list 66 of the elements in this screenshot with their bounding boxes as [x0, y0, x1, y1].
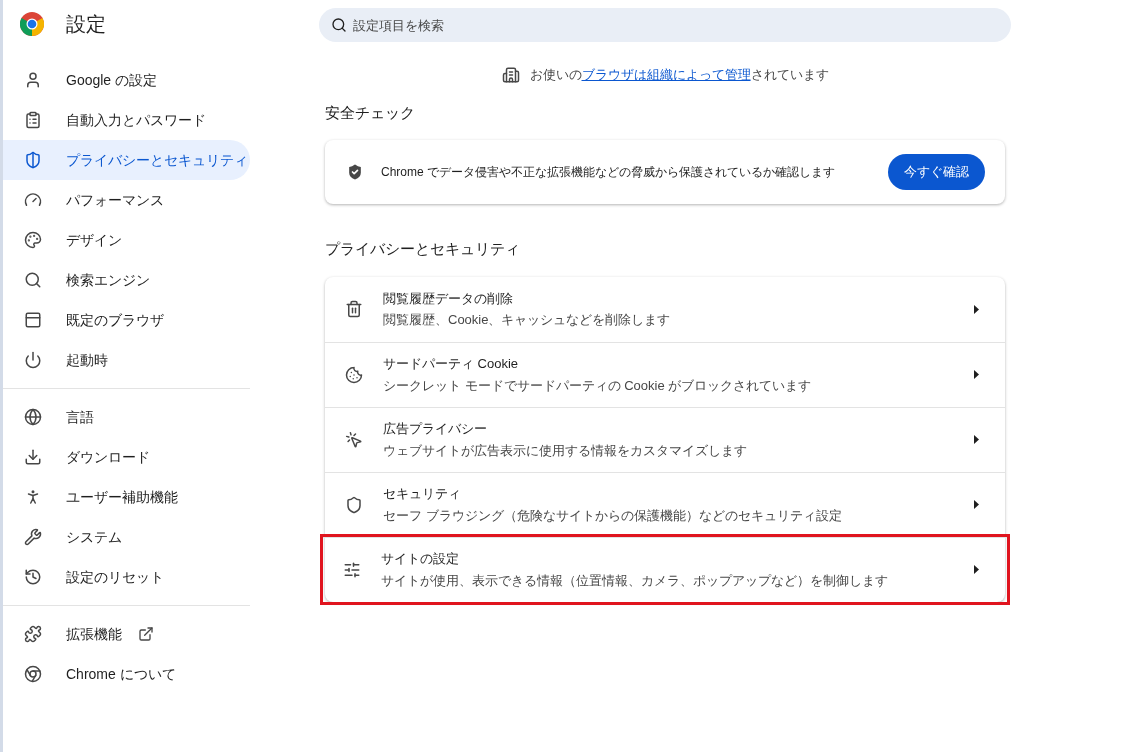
row-title: サードパーティ Cookie	[383, 355, 520, 373]
row-title: 閲覧履歴データの削除	[383, 289, 514, 308]
chrome-icon	[24, 665, 42, 683]
check-now-button[interactable]: 今すぐ確認	[888, 154, 985, 190]
trash-icon	[345, 300, 363, 318]
settings-row[interactable]: 閲覧履歴データの削除 閲覧履歴、Cookie、キャッシュなどを削除します	[325, 276, 1005, 342]
row-title: 広告プライバシー	[383, 420, 488, 438]
shield-icon	[24, 151, 42, 169]
chrome-logo-icon	[20, 12, 44, 36]
settings-row[interactable]: サードパーティ Cookie シークレット モードでサードパーティの Cookie がブロックされています	[325, 341, 1005, 407]
palette-icon	[24, 231, 42, 249]
arrow-right-icon	[974, 304, 979, 314]
sidebar-item[interactable]: 既定のブラウザ	[3, 300, 250, 340]
sidebar-item[interactable]: Google の設定	[3, 60, 250, 100]
shield-icon	[345, 495, 363, 514]
browser-window-icon	[24, 311, 42, 329]
row-subtitle: サイトが使用、表示できる情報（位置情報、カメラ、ポップアップなど）を制御します	[381, 571, 889, 590]
search-icon	[24, 271, 42, 289]
history-icon	[24, 568, 42, 586]
sidebar-item[interactable]: 起動時	[3, 340, 250, 380]
row-subtitle: 閲覧履歴、Cookie、キャッシュなどを削除します	[383, 311, 672, 329]
managed-link[interactable]: ブラウザは組織によって管理	[581, 67, 751, 82]
arrow-right-icon	[974, 435, 979, 444]
download-icon	[24, 448, 42, 466]
puzzle-icon	[24, 625, 42, 643]
power-icon	[24, 351, 42, 369]
section-heading: プライバシーとセキュリティ	[325, 239, 521, 259]
search-icon	[331, 17, 347, 33]
sidebar-item[interactable]: 検索エンジン	[3, 260, 250, 300]
section-heading: 安全チェック	[325, 102, 416, 123]
sidebar-item[interactable]: ダウンロード	[3, 437, 250, 477]
search-field[interactable]: 設定項目を検索	[319, 8, 1011, 42]
globe-icon	[24, 408, 42, 426]
sidebar-item[interactable]: システム	[3, 517, 250, 557]
sidebar-item[interactable]: 拡張機能	[3, 614, 250, 654]
arrow-right-icon	[974, 370, 979, 379]
person-icon	[24, 71, 42, 89]
row-subtitle: セーフ ブラウジング（危険なサイトからの保護機能）などのセキュリティ設定	[383, 506, 843, 525]
wrench-icon	[24, 528, 42, 546]
managed-notice: お使いのブラウザは組織によって管理されています	[529, 66, 829, 84]
row-subtitle: ウェブサイトが広告表示に使用する情報をカスタマイズします	[383, 441, 748, 460]
row-title: セキュリティ	[383, 485, 462, 503]
page-title: 設定	[66, 12, 106, 37]
clipboard-icon	[24, 111, 42, 129]
row-title: サイトの設定	[381, 550, 460, 568]
arrow-right-icon	[974, 565, 979, 574]
row-subtitle: シークレット モードでサードパーティの Cookie がブロックされています	[383, 376, 813, 395]
external-link-icon[interactable]	[138, 626, 154, 642]
sidebar-item[interactable]: Chrome について	[3, 654, 250, 694]
sidebar-item[interactable]: パフォーマンス	[3, 180, 250, 220]
sidebar-item[interactable]: 自動入力とパスワード	[3, 100, 250, 140]
settings-row[interactable]: セキュリティ セーフ ブラウジング（危険なサイトからの保護機能）などのセキュリティ設定	[325, 471, 1005, 537]
gauge-icon	[24, 191, 42, 209]
sidebar-item[interactable]: ユーザー補助機能	[3, 477, 250, 517]
sidebar-item[interactable]: プライバシーとセキュリティ	[3, 140, 250, 180]
building-icon	[501, 65, 520, 84]
safety-check-text: Chrome でデータ侵害や不正な拡張機能などの脅威から保護されているか確認します	[381, 164, 836, 181]
sliders-icon	[343, 560, 361, 579]
arrow-right-icon	[974, 500, 979, 509]
sidebar-item[interactable]: デザイン	[3, 220, 250, 260]
settings-row[interactable]: 広告プライバシー ウェブサイトが広告表示に使用する情報をカスタマイズします	[325, 406, 1005, 472]
cursor-click-icon	[345, 430, 363, 449]
sidebar-item[interactable]: 設定のリセット	[3, 557, 250, 597]
settings-row[interactable]: サイトの設定 サイトが使用、表示できる情報（位置情報、カメラ、ポップアップなど）を制御します	[323, 536, 1007, 602]
sidebar-item[interactable]: 言語	[3, 397, 250, 437]
cookie-icon	[345, 365, 363, 384]
